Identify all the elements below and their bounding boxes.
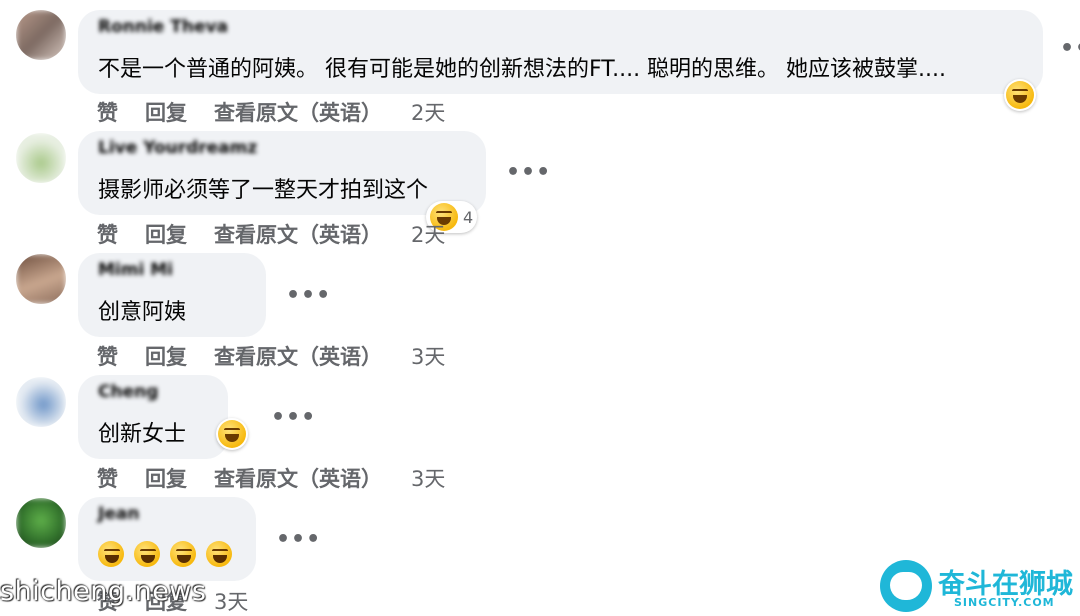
- site-logo: 奋斗在狮城 SINGCITY.COM: [880, 560, 1080, 613]
- see-original-link[interactable]: 查看原文（英语）: [214, 219, 382, 249]
- reply-link[interactable]: 回复: [145, 341, 187, 371]
- avatar[interactable]: [16, 377, 66, 427]
- comment-author[interactable]: Ronnie Theva: [98, 17, 228, 37]
- like-link[interactable]: 赞: [97, 341, 118, 371]
- comment-text: 创意阿姨: [98, 300, 187, 325]
- avatar[interactable]: [16, 10, 66, 60]
- comment-author[interactable]: Cheng: [98, 382, 158, 402]
- timestamp[interactable]: 3天: [214, 586, 248, 616]
- more-options-icon[interactable]: •••: [506, 162, 551, 184]
- watermark-text: shicheng.news: [0, 576, 207, 607]
- comment-author[interactable]: Mimi Mi: [98, 260, 173, 280]
- see-original-link[interactable]: 查看原文（英语）: [214, 97, 382, 127]
- see-original-link[interactable]: 查看原文（英语）: [214, 463, 382, 493]
- comment-author[interactable]: Jean: [98, 504, 139, 524]
- timestamp[interactable]: 3天: [411, 463, 445, 493]
- like-link[interactable]: 赞: [97, 463, 118, 493]
- reaction-badge[interactable]: [216, 418, 248, 450]
- see-original-link[interactable]: 查看原文（英语）: [214, 341, 382, 371]
- comment-text: 摄影师必须等了一整天才拍到这个: [98, 178, 429, 203]
- avatar[interactable]: [16, 254, 66, 304]
- like-link[interactable]: 赞: [97, 97, 118, 127]
- reaction-count: 4: [463, 207, 474, 227]
- lion-logo-icon: [880, 560, 932, 612]
- comment-bubble: Live Yourdreamz 摄影师必须等了一整天才拍到这个: [78, 131, 486, 215]
- comment-bubble: Ronnie Theva 不是一个普通的阿姨。 很有可能是她的创新想法的FT..…: [78, 10, 1043, 94]
- reply-link[interactable]: 回复: [145, 97, 187, 127]
- more-options-icon[interactable]: •••: [286, 285, 331, 307]
- like-link[interactable]: 赞: [97, 219, 118, 249]
- timestamp[interactable]: 2天: [411, 97, 445, 127]
- rolling-laughing-emoji-icon: [170, 541, 196, 567]
- emoji-reply: [98, 541, 232, 567]
- more-options-icon[interactable]: •••: [271, 407, 316, 429]
- rolling-laughing-emoji-icon: [206, 541, 232, 567]
- laughing-emoji-icon: [1006, 81, 1034, 109]
- more-options-icon[interactable]: •••: [276, 529, 321, 551]
- avatar[interactable]: [16, 498, 66, 548]
- more-options-icon[interactable]: •••: [1060, 38, 1080, 60]
- comment-bubble: Cheng 创新女士: [78, 375, 228, 459]
- comment-bubble: Mimi Mi 创意阿姨: [78, 253, 266, 337]
- comment-bubble: Jean: [78, 497, 256, 581]
- comment-text: 创新女士: [98, 422, 187, 447]
- comment-text: 不是一个普通的阿姨。 很有可能是她的创新想法的FT.... 聪明的思维。 她应该…: [98, 57, 947, 82]
- timestamp[interactable]: 3天: [411, 341, 445, 371]
- rolling-laughing-emoji-icon: [98, 541, 124, 567]
- laughing-emoji-icon: [218, 420, 246, 448]
- comment-author[interactable]: Live Yourdreamz: [98, 138, 257, 158]
- rolling-laughing-emoji-icon: [134, 541, 160, 567]
- avatar[interactable]: [16, 133, 66, 183]
- reaction-badge[interactable]: [1004, 79, 1036, 111]
- reply-link[interactable]: 回复: [145, 463, 187, 493]
- timestamp[interactable]: 2天: [411, 219, 445, 249]
- reply-link[interactable]: 回复: [145, 219, 187, 249]
- logo-subtext: SINGCITY.COM: [954, 596, 1055, 609]
